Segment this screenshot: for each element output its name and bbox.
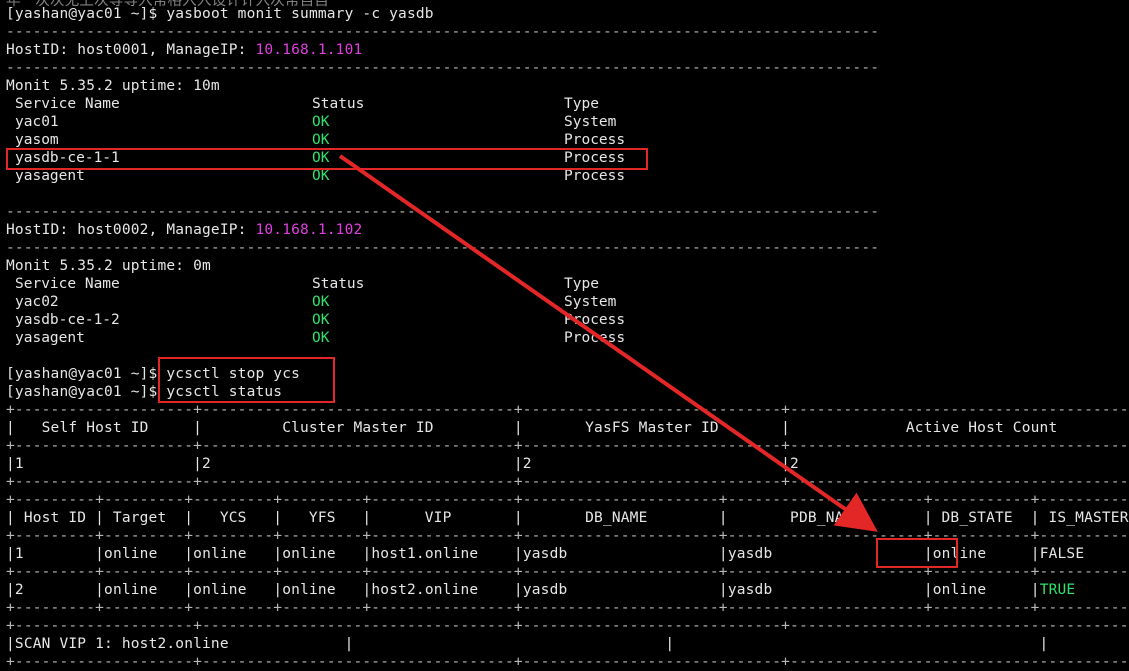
- annotation-arrow: [338, 154, 878, 532]
- terminal-window[interactable]: 年一次次无上次等等入常格入入设计计入次常自自 [yashan@yac01 ~]$…: [0, 0, 1129, 671]
